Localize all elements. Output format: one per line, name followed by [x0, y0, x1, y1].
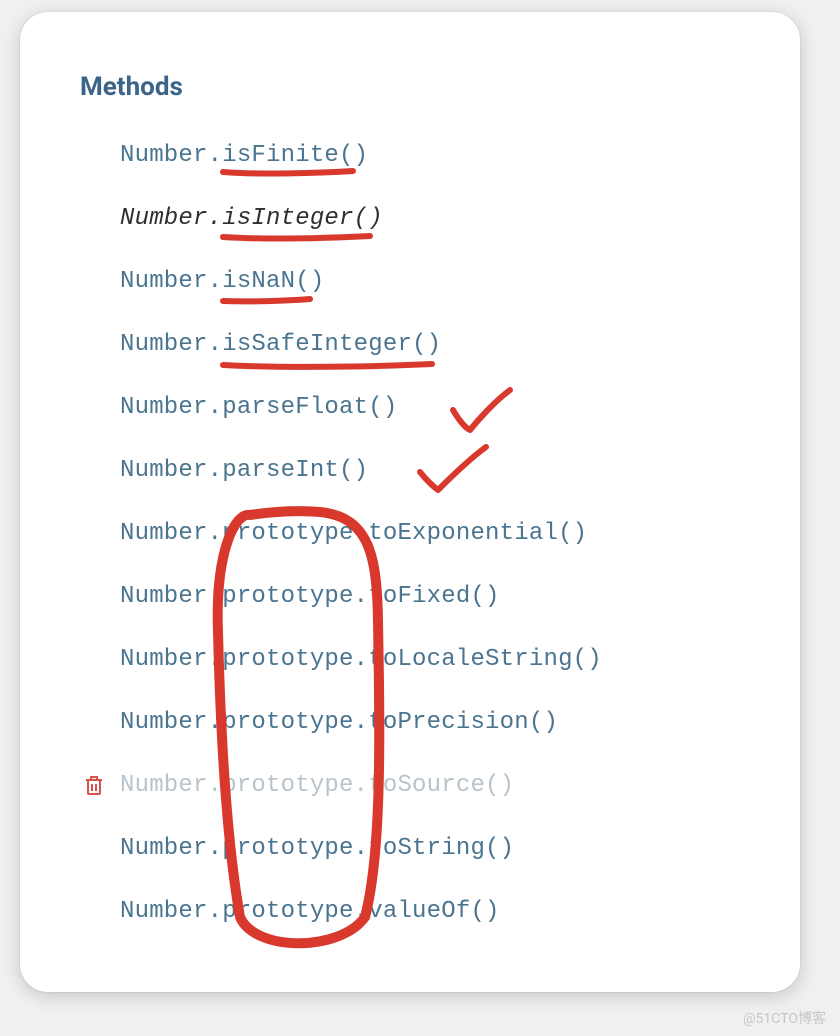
- method-text: Number.prototype.toExponential(): [120, 520, 587, 547]
- method-item[interactable]: Number.prototype.toExponential(): [120, 520, 760, 547]
- method-item[interactable]: Number.prototype.valueOf(): [120, 898, 760, 925]
- method-text: Number.isNaN(): [120, 268, 324, 295]
- method-text: Number.prototype.toString(): [120, 835, 514, 862]
- method-text: Number.isSafeInteger(): [120, 331, 441, 358]
- method-item[interactable]: Number.prototype.toLocaleString(): [120, 646, 760, 673]
- method-item[interactable]: Number.prototype.toString(): [120, 835, 760, 862]
- method-item[interactable]: Number.prototype.toPrecision(): [120, 709, 760, 736]
- watermark: @51CTO博客: [743, 1008, 826, 1028]
- method-item[interactable]: Number.prototype.toFixed(): [120, 583, 760, 610]
- method-item[interactable]: Number.parseInt(): [120, 457, 760, 484]
- method-item[interactable]: Number.isInteger(): [120, 205, 760, 232]
- method-item[interactable]: Number.isFinite(): [120, 142, 760, 169]
- method-item[interactable]: Number.isSafeInteger(): [120, 331, 760, 358]
- method-text: Number.prototype.valueOf(): [120, 898, 500, 925]
- method-text: Number.isInteger(): [120, 205, 383, 232]
- method-text: Number.prototype.toLocaleString(): [120, 646, 602, 673]
- methods-list: Number.isFinite() Number.isInteger() Numbe…: [80, 142, 760, 925]
- section-heading: Methods: [80, 72, 760, 102]
- method-item[interactable]: Number.isNaN(): [120, 268, 760, 295]
- method-text: Number.prototype.toFixed(): [120, 583, 500, 610]
- doc-card: Methods Number.isFinite() Number.isIntege…: [20, 12, 800, 992]
- method-text: Number.prototype.toSource(): [120, 772, 514, 799]
- trash-icon: [84, 774, 104, 803]
- method-item[interactable]: Number.prototype.toSource(): [120, 772, 760, 799]
- method-item[interactable]: Number.parseFloat(): [120, 394, 760, 421]
- method-text: Number.isFinite(): [120, 142, 368, 169]
- method-text: Number.parseFloat(): [120, 394, 397, 421]
- method-text: Number.parseInt(): [120, 457, 368, 484]
- method-text: Number.prototype.toPrecision(): [120, 709, 558, 736]
